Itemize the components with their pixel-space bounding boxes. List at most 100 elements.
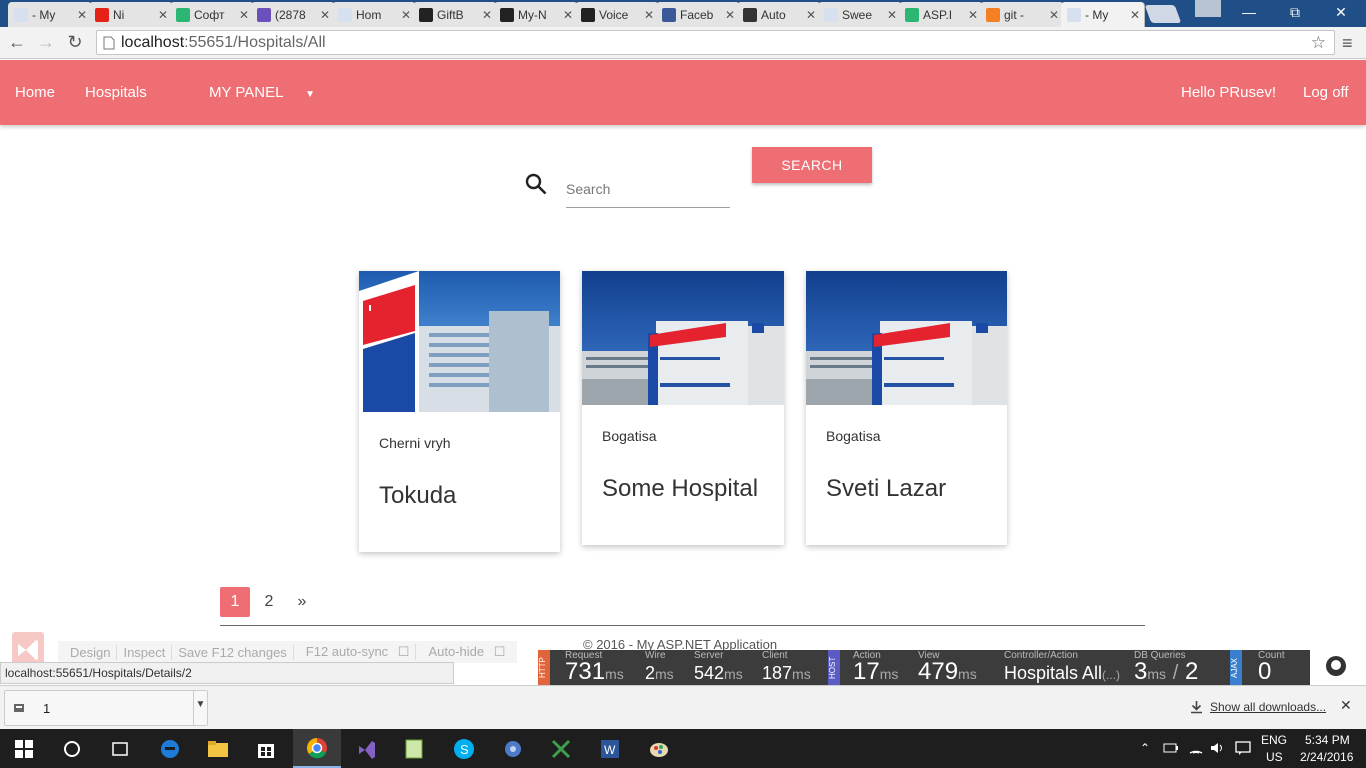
lang-primary[interactable]: ENG	[1261, 733, 1287, 747]
bl-design[interactable]: Design	[64, 644, 118, 660]
minimize-icon[interactable]: —	[1234, 4, 1264, 20]
browser-tab[interactable]: (2878 ✕	[251, 2, 335, 27]
address-bar[interactable]: localhost:55651/Hospitals/All ☆	[96, 30, 1335, 55]
tab-close-icon[interactable]: ✕	[158, 8, 168, 22]
browser-tab[interactable]: Ni ✕	[89, 2, 173, 27]
nav-greeting[interactable]: Hello PRusev!	[1181, 84, 1276, 101]
nav-logoff[interactable]: Log off	[1303, 84, 1349, 101]
browser-tab[interactable]: Hom ✕	[332, 2, 416, 27]
browser-tab[interactable]: - My ✕	[1061, 2, 1145, 27]
tab-close-icon[interactable]: ✕	[482, 8, 492, 22]
bookmark-star-icon[interactable]: ☆	[1311, 31, 1326, 54]
tab-title: (2878	[275, 7, 306, 22]
tab-close-icon[interactable]: ✕	[1049, 8, 1059, 22]
hospital-name[interactable]: Some Hospital	[602, 475, 758, 503]
wifi-icon[interactable]	[1188, 740, 1204, 756]
notepad-plus-icon[interactable]	[390, 729, 438, 768]
tab-favicon-icon	[338, 7, 352, 22]
tools-app-icon[interactable]	[537, 729, 585, 768]
page-1[interactable]: 1	[220, 587, 250, 617]
search-icon	[525, 173, 547, 195]
browser-tab[interactable]: - My ✕	[8, 2, 92, 27]
reload-icon[interactable]: ↻	[64, 32, 86, 53]
download-menu-icon[interactable]: ▼	[193, 691, 207, 725]
browser-tab[interactable]: Auto ✕	[737, 2, 821, 27]
nav-home[interactable]: Home	[15, 84, 55, 101]
battery-icon[interactable]	[1163, 741, 1179, 755]
bl-autosync[interactable]: F12 auto-sync ☐	[294, 644, 417, 660]
clock-time[interactable]: 5:34 PM	[1305, 733, 1350, 747]
search-button[interactable]: SEARCH	[752, 147, 872, 183]
hospital-name[interactable]: Tokuda	[379, 482, 456, 510]
tray-expand-icon[interactable]: ⌃	[1140, 741, 1150, 755]
glimpse-logo-icon[interactable]	[1310, 650, 1366, 685]
tab-title: Swee	[842, 7, 873, 22]
browser-tab[interactable]: GiftB ✕	[413, 2, 497, 27]
lang-secondary[interactable]: US	[1266, 750, 1283, 764]
chrome-menu-icon[interactable]: ≡	[1342, 33, 1353, 54]
hospital-card[interactable]: Bogatisa Some Hospital	[582, 271, 784, 545]
tab-favicon-icon	[581, 7, 595, 22]
bl-inspect[interactable]: Inspect	[117, 644, 173, 660]
glimpse-controller-value: Hospitals All	[1004, 663, 1103, 683]
tab-close-icon[interactable]: ✕	[563, 8, 573, 22]
skype-icon[interactable]: S	[440, 729, 488, 768]
svg-text:W: W	[604, 743, 616, 757]
volume-icon[interactable]	[1210, 741, 1226, 755]
nav-my-panel[interactable]: MY PANEL ▼	[209, 84, 315, 101]
tab-title: ASP.I	[923, 7, 953, 22]
hospital-card[interactable]: Cherni vryh Tokuda	[359, 271, 560, 552]
browser-tab[interactable]: Софт ✕	[170, 2, 254, 27]
tab-close-icon[interactable]: ✕	[968, 8, 978, 22]
glimpse-view-value: 479	[918, 658, 959, 685]
download-item[interactable]: 1 ▼	[4, 690, 208, 726]
glimpse-hud[interactable]: HTTP Request 731ms Wire 2ms Server 542ms…	[538, 650, 1366, 685]
search-input[interactable]	[566, 170, 730, 208]
browser-tab[interactable]: ASP.I ✕	[899, 2, 983, 27]
tab-close-icon[interactable]: ✕	[725, 8, 735, 22]
show-all-downloads-link[interactable]: Show all downloads...	[1210, 700, 1326, 714]
profile-button[interactable]	[1195, 0, 1221, 17]
tab-close-icon[interactable]: ✕	[77, 8, 87, 22]
restore-icon[interactable]: ⧉	[1280, 4, 1310, 21]
browser-tab[interactable]: My-N ✕	[494, 2, 578, 27]
browser-tab[interactable]: git - ✕	[980, 2, 1064, 27]
nav-hospitals[interactable]: Hospitals	[85, 84, 147, 101]
clock-date[interactable]: 2/24/2016	[1300, 750, 1353, 764]
file-icon	[14, 704, 24, 712]
tab-close-icon[interactable]: ✕	[1130, 8, 1140, 22]
close-window-icon[interactable]: ✕	[1326, 4, 1356, 21]
tab-close-icon[interactable]: ✕	[806, 8, 816, 22]
forward-icon[interactable]: →	[35, 32, 57, 53]
hospital-card[interactable]: Bogatisa Sveti Lazar	[806, 271, 1007, 545]
hospital-name[interactable]: Sveti Lazar	[826, 475, 946, 503]
tab-favicon-icon	[1067, 7, 1081, 22]
page-next[interactable]: »	[288, 587, 316, 617]
tab-close-icon[interactable]: ✕	[401, 8, 411, 22]
tab-close-icon[interactable]: ✕	[644, 8, 654, 22]
network-app-icon[interactable]	[489, 729, 537, 768]
bl-autohide[interactable]: Auto-hide ☐	[416, 644, 511, 660]
paint-icon[interactable]	[635, 729, 683, 768]
notifications-icon[interactable]	[1235, 740, 1251, 756]
back-icon[interactable]: ←	[6, 32, 28, 53]
start-icon[interactable]	[0, 729, 48, 768]
tab-close-icon[interactable]: ✕	[887, 8, 897, 22]
page-2[interactable]: 2	[254, 587, 284, 617]
store-icon[interactable]	[242, 729, 290, 768]
word-icon[interactable]: W	[586, 729, 634, 768]
browser-tab[interactable]: Faceb ✕	[656, 2, 740, 27]
browser-tab[interactable]: Voice ✕	[575, 2, 659, 27]
search-circle-icon[interactable]	[48, 729, 96, 768]
tab-close-icon[interactable]: ✕	[239, 8, 249, 22]
new-tab-button[interactable]	[1144, 5, 1182, 23]
bl-save[interactable]: Save F12 changes	[172, 644, 294, 660]
task-view-icon[interactable]	[96, 729, 144, 768]
close-shelf-icon[interactable]: ✕	[1340, 697, 1352, 714]
tab-close-icon[interactable]: ✕	[320, 8, 330, 22]
visual-studio-taskbar-icon[interactable]	[342, 729, 390, 768]
file-explorer-icon[interactable]	[194, 729, 242, 768]
edge-icon[interactable]	[146, 729, 194, 768]
browser-tab[interactable]: Swee ✕	[818, 2, 902, 27]
chrome-icon[interactable]	[293, 729, 341, 768]
